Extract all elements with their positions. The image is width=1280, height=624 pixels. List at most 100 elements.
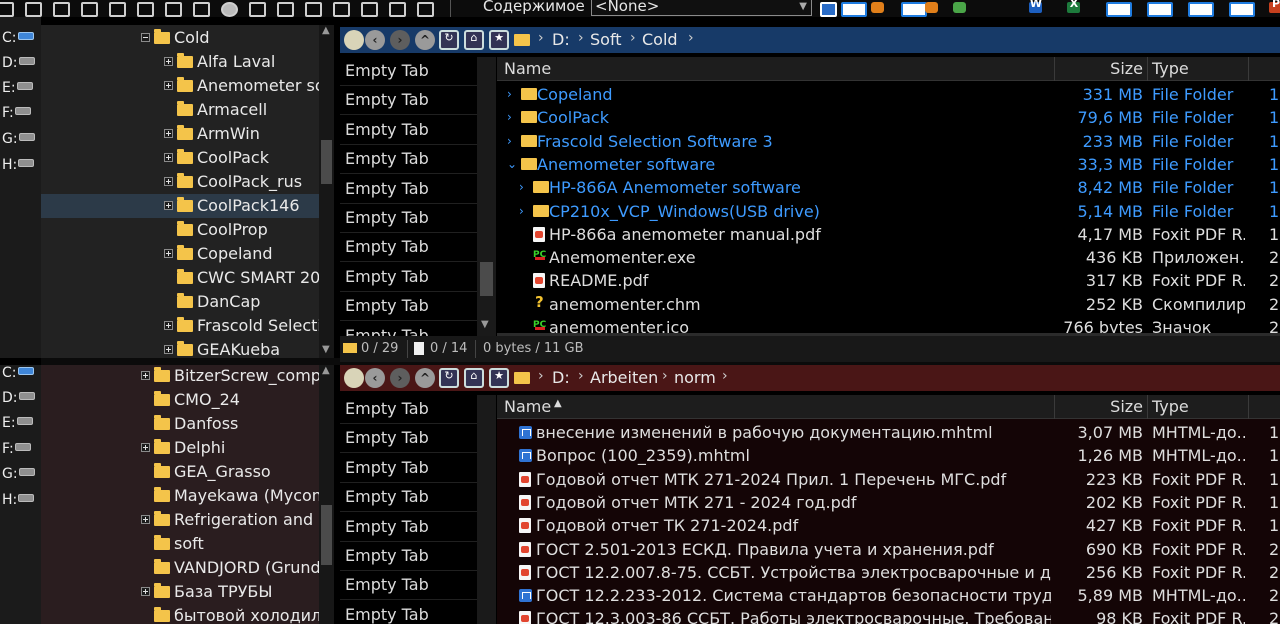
tree-node[interactable]: Anemometer software (164, 74, 319, 98)
picture-icon[interactable] (162, 0, 182, 17)
expand-icon[interactable] (141, 587, 150, 596)
expand-icon[interactable] (164, 57, 173, 66)
window-icon[interactable] (1226, 0, 1255, 17)
breadcrumb-2[interactable]: Cold (642, 30, 678, 49)
tab-empty[interactable]: Empty Tab (340, 483, 477, 513)
forward-icon[interactable]: › (390, 30, 410, 50)
camera-icon[interactable] (246, 0, 266, 17)
tree-node[interactable]: BitzerScrew_compressor (141, 365, 319, 388)
tab-empty[interactable]: Empty Tab (340, 145, 477, 175)
tree-node[interactable]: GEA_Grasso (141, 460, 271, 484)
up-icon[interactable]: ^ (415, 30, 435, 50)
file-list-row[interactable]: › Frascold Selection Software 3 233 MB File… (497, 130, 1280, 153)
breadcrumb-0[interactable]: D: (552, 368, 570, 387)
tree-top-scrollbar[interactable]: ▲ ▼ (319, 25, 334, 358)
expand-chevron-icon[interactable]: › (507, 130, 512, 153)
file-list-row[interactable]: › HP-866A Anemometer software 8,42 MB File … (497, 176, 1280, 199)
edit-icon[interactable] (134, 0, 154, 17)
chevron-right-icon[interactable]: › (538, 30, 544, 46)
network-icon[interactable] (274, 0, 294, 17)
tree-top-scroll-thumb[interactable] (321, 140, 332, 184)
layout-icon[interactable] (838, 0, 867, 17)
expand-chevron-icon[interactable]: › (519, 176, 524, 199)
tree-node[interactable]: Delphi (141, 436, 225, 460)
file-list-row[interactable]: ⌄ Anemometer software 33,3 MB File Folder 1 (497, 153, 1280, 176)
content-plugin-select[interactable]: <None> ▼ (591, 0, 812, 16)
column-divider[interactable] (1054, 57, 1055, 81)
home-icon[interactable]: ⌂ (464, 30, 484, 50)
tree-node[interactable]: Mayekawa (Mycom) (141, 484, 319, 508)
tree-node[interactable]: CWC SMART 2024 (164, 266, 319, 290)
calc-icon[interactable] (817, 0, 837, 17)
file-list-row[interactable]: anemomenter.ico 766 bytes Значок 2 (497, 314, 1280, 333)
expand-chevron-icon[interactable]: › (519, 200, 524, 223)
file-list-row[interactable]: Годовой отчет МТК 271 - 2024 год.pdf 202 … (497, 491, 1280, 514)
drive-g[interactable]: G: (2, 131, 35, 147)
tree-node[interactable]: CoolPack146 (164, 194, 300, 218)
breadcrumb-0[interactable]: D: (552, 30, 570, 49)
file-list-row[interactable]: ГОСТ 2.501-2013 ЕСКД. Правила учета и хр… (497, 538, 1280, 561)
print-icon[interactable] (358, 0, 378, 17)
drive-f[interactable]: F: (2, 105, 31, 121)
home-icon[interactable]: ⌂ (464, 368, 484, 388)
tab-empty[interactable]: Empty Tab (340, 424, 477, 454)
file-list-row[interactable]: Годовой отчет ТК 271-2024.pdf 427 KB Foxit… (497, 514, 1280, 537)
back-icon[interactable]: ‹ (365, 30, 385, 50)
column-header-size[interactable]: Size (1110, 397, 1143, 416)
expand-icon[interactable] (164, 153, 173, 162)
plugin-icon[interactable] (950, 0, 970, 16)
tree-node[interactable]: CoolPack_rus (164, 170, 302, 194)
column-divider[interactable] (1147, 395, 1148, 419)
file-list-row[interactable]: › Copeland 331 MB File Folder 1 (497, 83, 1280, 106)
window-icon[interactable] (1185, 0, 1214, 17)
expand-icon[interactable] (141, 443, 150, 452)
tab-empty[interactable]: Empty Tab (340, 571, 477, 601)
chevron-right-icon[interactable]: › (662, 368, 668, 384)
chevron-right-icon[interactable]: › (578, 368, 584, 384)
tree-node[interactable]: Alfa Laval (164, 50, 275, 74)
tree-node[interactable]: Frascold Selection Software 3 (164, 314, 319, 338)
file-list-row[interactable]: ГОСТ 12.3.003-86 ССБТ. Работы электросва… (497, 607, 1280, 624)
drive-h[interactable]: H: (2, 157, 35, 173)
export-icon[interactable] (22, 0, 42, 17)
tab-empty[interactable]: Empty Tab (340, 513, 477, 542)
compare-icon[interactable] (106, 0, 126, 17)
drive-e[interactable]: E: (2, 80, 33, 96)
tab-empty[interactable]: Empty Tab (340, 57, 477, 86)
chevron-right-icon[interactable]: › (630, 30, 636, 46)
tab-empty[interactable]: Empty Tab (340, 395, 477, 424)
ppt-icon[interactable]: P (1266, 0, 1280, 16)
expand-icon[interactable] (164, 321, 173, 330)
tree-node[interactable]: Cold (141, 26, 210, 50)
file-list-row[interactable]: Годовой отчет МТК 271-2024 Прил. 1 Переч… (497, 468, 1280, 491)
tab-empty[interactable]: Empty Tab (340, 175, 477, 204)
sort-ascending-icon[interactable]: ▲ (554, 398, 562, 409)
tree-node[interactable]: Refrigeration and air (141, 508, 319, 532)
tree-node[interactable]: Copeland (164, 242, 273, 266)
drive-f[interactable]: F: (2, 441, 31, 457)
file-list-row[interactable]: › CP210x_VCP_Windows(USB drive) 5,14 MB Fil… (497, 200, 1280, 223)
tree-bottom-scrollbar[interactable]: ▲ (319, 365, 334, 624)
drive-h[interactable]: H: (2, 492, 35, 508)
expand-icon[interactable] (164, 177, 173, 186)
drive-g[interactable]: G: (2, 466, 35, 482)
tab-list-bottom-scrollbar[interactable] (477, 395, 496, 624)
copy-icon[interactable] (50, 0, 70, 17)
breadcrumb-1[interactable]: Arbeiten (590, 368, 658, 387)
collapse-icon[interactable] (141, 33, 150, 42)
tab-list-top-scroll-thumb[interactable] (480, 262, 493, 296)
tab-empty[interactable]: Empty Tab (340, 292, 477, 322)
refresh-icon[interactable]: ↻ (439, 30, 459, 50)
file-list-row[interactable]: ГОСТ 12.2.233-2012. Система стандартов б… (497, 584, 1280, 607)
window-icon[interactable] (1103, 0, 1132, 17)
tab-empty[interactable]: Empty Tab (340, 322, 477, 336)
column-header-name[interactable]: Name (504, 59, 551, 78)
tab-empty[interactable]: Empty Tab (340, 263, 477, 292)
file-list-row[interactable]: Anemomenter.exe 436 KB Приложен... 2 (497, 244, 1280, 269)
chevron-down-icon[interactable]: ▼ (799, 0, 807, 14)
column-divider[interactable] (1248, 57, 1249, 81)
back-icon[interactable]: ‹ (365, 368, 385, 388)
tab-empty[interactable]: Empty Tab (340, 542, 477, 571)
lock-icon[interactable] (386, 0, 406, 17)
up-icon[interactable]: ^ (415, 368, 435, 388)
